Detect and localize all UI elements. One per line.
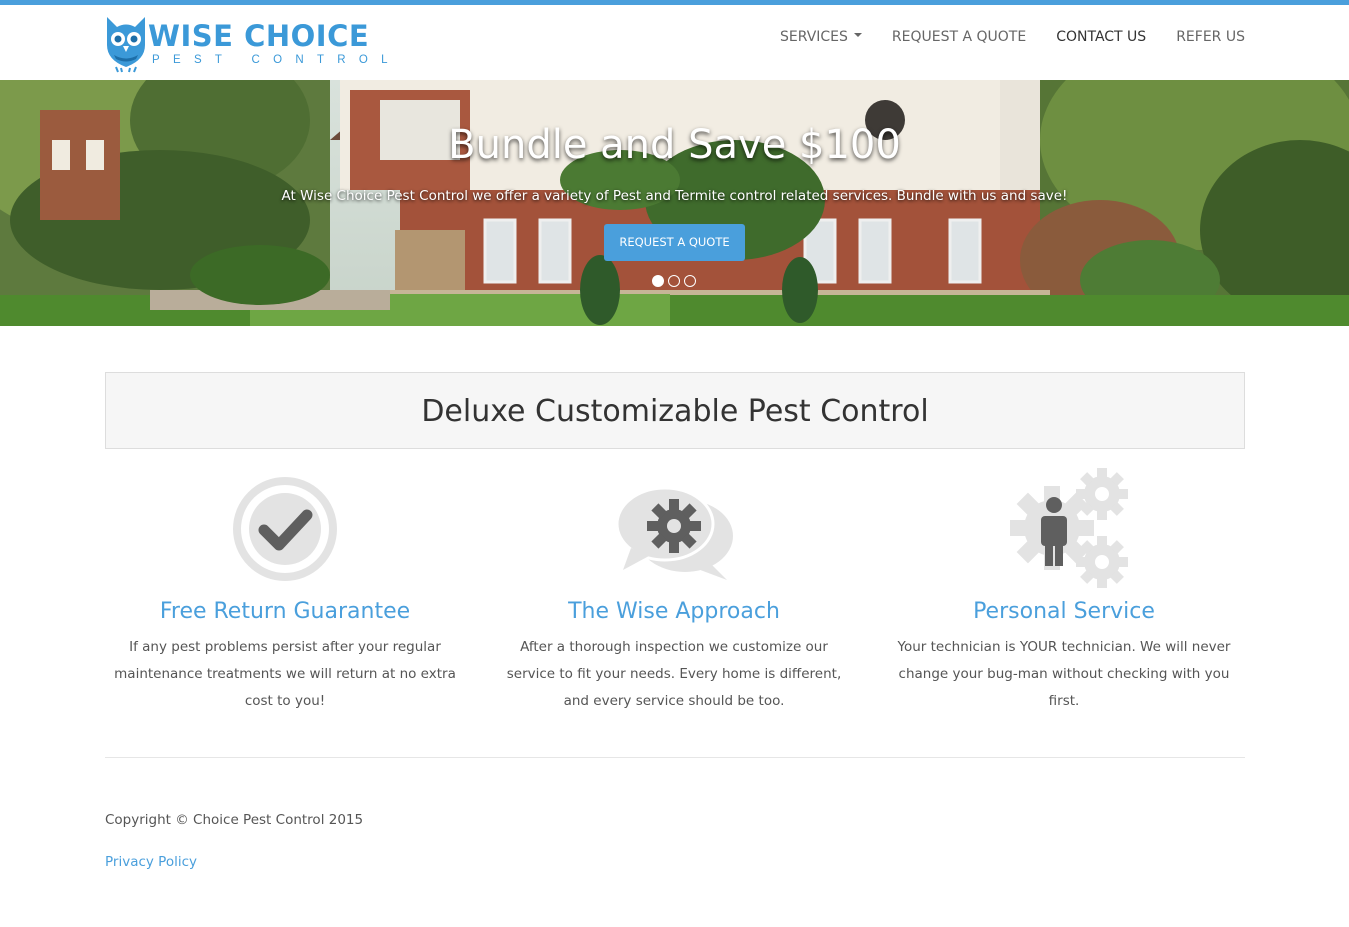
carousel-indicator-1[interactable] <box>652 275 664 287</box>
feature-free-return: Free Return Guarantee If any pest proble… <box>95 468 475 715</box>
nav-request-quote[interactable]: REQUEST A QUOTE <box>892 29 1026 45</box>
navbar: WISE CHOICE PEST CONTROL SERVICES REQUES… <box>0 5 1349 80</box>
caret-down-icon <box>853 33 862 37</box>
brand-tagline: PEST CONTROL <box>152 54 401 66</box>
feature-title: The Wise Approach <box>568 599 780 624</box>
hero-carousel: Bundle and Save $100 At Wise Choice Pest… <box>0 80 1349 326</box>
section-heading: Deluxe Customizable Pest Control <box>421 394 929 429</box>
person-gears-icon <box>1010 468 1128 588</box>
brand-logo[interactable]: WISE CHOICE PEST CONTROL <box>104 15 388 73</box>
hero-title: Bundle and Save $100 <box>448 122 901 168</box>
hero-request-quote-button[interactable]: REQUEST A QUOTE <box>604 224 745 261</box>
feature-text: After a thorough inspection we customize… <box>506 639 842 709</box>
section-heading-box: Deluxe Customizable Pest Control <box>105 372 1245 449</box>
hero-subtitle: At Wise Choice Pest Control we offer a v… <box>281 188 1068 204</box>
footer-divider <box>105 757 1245 758</box>
carousel-indicators <box>652 275 696 287</box>
footer-copyright: Copyright © Choice Pest Control 2015 <box>105 812 364 828</box>
privacy-policy-link[interactable]: Privacy Policy <box>105 854 197 870</box>
feature-text: If any pest problems persist after your … <box>114 639 456 709</box>
nav-refer-us[interactable]: REFER US <box>1176 29 1245 45</box>
feature-personal-service: Personal Service Your technician is YOUR… <box>874 468 1254 715</box>
feature-wise-approach: The Wise Approach After a thorough inspe… <box>484 468 864 715</box>
owl-logo-icon <box>107 17 145 73</box>
carousel-indicator-2[interactable] <box>668 275 680 287</box>
nav-contact-us[interactable]: CONTACT US <box>1056 29 1146 45</box>
feature-text: Your technician is YOUR technician. We w… <box>897 639 1231 709</box>
check-circle-icon <box>233 477 337 581</box>
chat-gear-icon <box>615 486 733 580</box>
nav-services-label: SERVICES <box>780 29 848 45</box>
feature-title: Personal Service <box>973 599 1155 624</box>
carousel-indicator-3[interactable] <box>684 275 696 287</box>
feature-title: Free Return Guarantee <box>159 599 411 624</box>
main-nav: SERVICES REQUEST A QUOTE CONTACT US REFE… <box>750 29 1245 45</box>
nav-services[interactable]: SERVICES <box>780 29 862 45</box>
brand-name: WISE CHOICE <box>148 19 370 53</box>
